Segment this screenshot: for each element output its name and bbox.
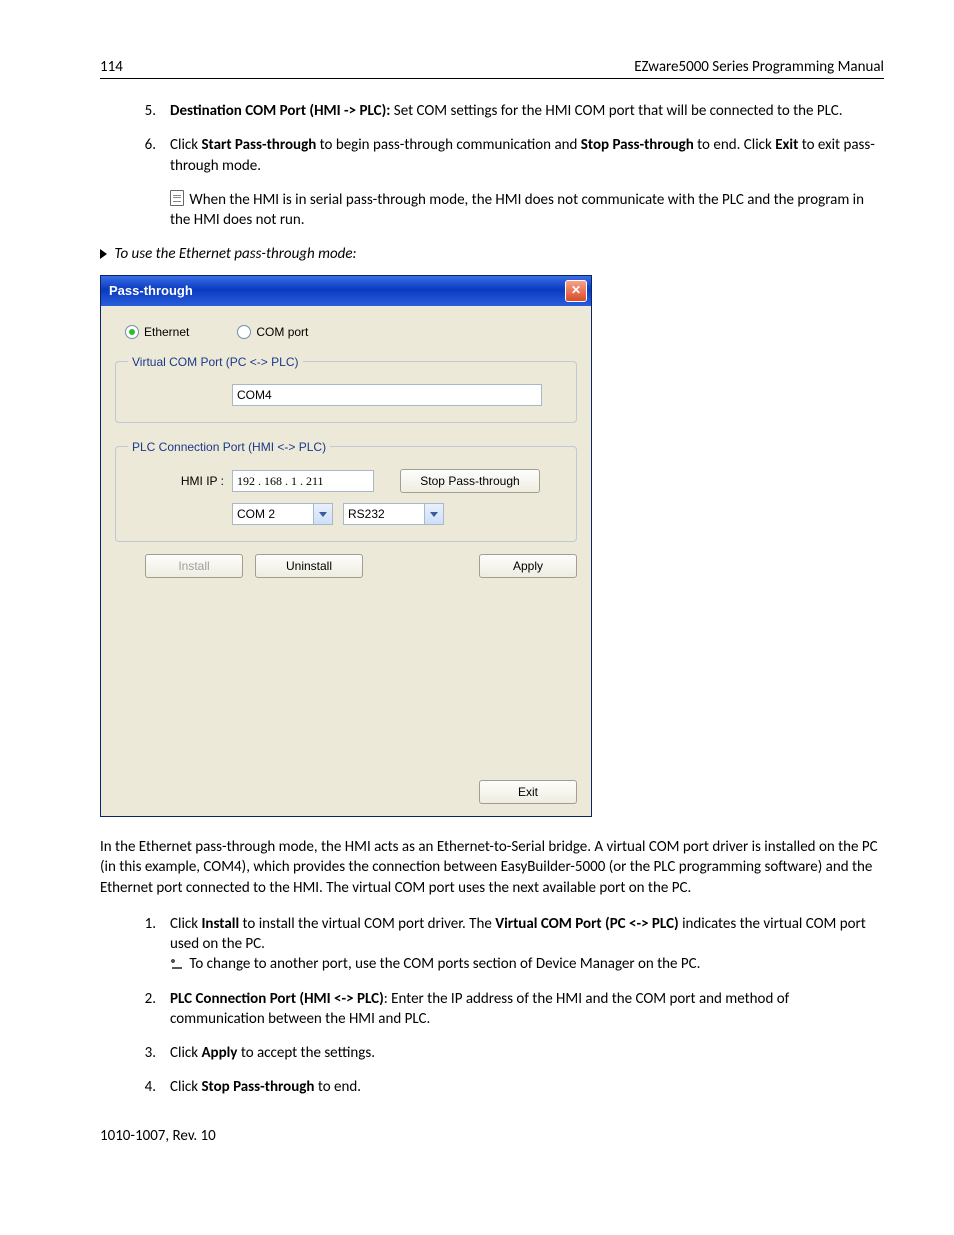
chevron-down-icon (424, 503, 444, 525)
item-bold: Destination COM Port (HMI -> PLC): (170, 102, 390, 120)
item-text: to install the virtual COM port driver. … (239, 915, 495, 933)
doc-title: EZware5000 Series Programming Manual (634, 58, 884, 76)
item-bold: Stop Pass-through (581, 136, 694, 154)
list-item: 1. Click Install to install the virtual … (124, 914, 884, 975)
list-item: 3. Click Apply to accept the settings. (124, 1043, 884, 1063)
radio-icon (237, 325, 251, 339)
item-text: Set COM settings for the HMI COM port th… (390, 102, 842, 120)
item-text: to accept the settings. (237, 1044, 375, 1062)
paragraph: In the Ethernet pass-through mode, the H… (100, 837, 884, 898)
apply-button[interactable]: Apply (479, 554, 577, 578)
list-number: 6. (124, 135, 170, 230)
hmi-ip-label: HMI IP : (128, 473, 232, 489)
item-bold: PLC Connection Port (HMI <-> PLC) (170, 990, 384, 1008)
subheading: To use the Ethernet pass-through mode: (100, 244, 884, 264)
list-number: 1. (124, 914, 170, 975)
list-item: 6. Click Start Pass-through to begin pas… (124, 135, 884, 230)
dialog-titlebar: Pass-through ✕ (101, 276, 591, 306)
dialog-title-text: Pass-through (109, 282, 193, 300)
plc-connection-port-group: PLC Connection Port (HMI <-> PLC) HMI IP… (115, 439, 577, 542)
radio-ethernet[interactable]: Ethernet (125, 324, 189, 340)
list-number: 5. (124, 101, 170, 121)
subheading-text: To use the Ethernet pass-through mode: (114, 245, 356, 263)
radio-comport[interactable]: COM port (237, 324, 308, 340)
group-legend: PLC Connection Port (HMI <-> PLC) (128, 439, 330, 455)
note-text: To change to another port, use the COM p… (186, 955, 700, 973)
radio-icon (125, 325, 139, 339)
note-icon (170, 190, 184, 206)
protocol-select[interactable]: RS232 (343, 503, 444, 525)
arrow-right-icon (100, 249, 107, 259)
stop-pass-through-button[interactable]: Stop Pass-through (400, 469, 540, 493)
uninstall-button[interactable]: Uninstall (255, 554, 363, 578)
page-header: 114 EZware5000 Series Programming Manual (100, 58, 884, 79)
radio-label: COM port (256, 324, 308, 340)
radio-label: Ethernet (144, 324, 189, 340)
item-text: Click (170, 915, 201, 933)
note-icon (170, 958, 184, 970)
com-port-select[interactable]: COM 2 (232, 503, 333, 525)
item-bold: Start Pass-through (201, 136, 316, 154)
list-number: 4. (124, 1077, 170, 1097)
hmi-ip-field[interactable]: 192 . 168 . 1 . 211 (232, 470, 374, 492)
chevron-down-icon (313, 503, 333, 525)
note-text: When the HMI is in serial pass-through m… (170, 191, 864, 229)
close-icon: ✕ (571, 282, 581, 298)
list-number: 2. (124, 989, 170, 1030)
page-number: 114 (100, 58, 123, 76)
list-item: 4. Click Stop Pass-through to end. (124, 1077, 884, 1097)
item-bold: Stop Pass-through (201, 1078, 314, 1096)
item-bold: Install (201, 915, 239, 933)
list-item: 5. Destination COM Port (HMI -> PLC): Se… (124, 101, 884, 121)
item-text: to end. Click (694, 136, 775, 154)
item-text: Click (170, 1078, 201, 1096)
item-bold: Virtual COM Port (PC <-> PLC) (495, 915, 679, 933)
list-number: 3. (124, 1043, 170, 1063)
protocol-value: RS232 (343, 503, 424, 525)
page-footer: 1010-1007, Rev. 10 (100, 1126, 884, 1146)
pass-through-dialog: Pass-through ✕ Ethernet COM port (100, 275, 592, 818)
exit-button[interactable]: Exit (479, 780, 577, 804)
item-text: Click (170, 136, 201, 154)
item-text: to end. (314, 1078, 361, 1096)
install-button: Install (145, 554, 243, 578)
item-bold: Exit (775, 136, 798, 154)
com-port-value: COM 2 (232, 503, 313, 525)
close-button[interactable]: ✕ (565, 280, 587, 302)
item-text: to begin pass-through communication and (316, 136, 581, 154)
virtual-com-port-field[interactable]: COM4 (232, 384, 542, 406)
group-legend: Virtual COM Port (PC <-> PLC) (128, 354, 303, 370)
virtual-com-port-group: Virtual COM Port (PC <-> PLC) COM4 (115, 354, 577, 423)
item-bold: Apply (201, 1044, 237, 1062)
item-text: Click (170, 1044, 201, 1062)
list-item: 2. PLC Connection Port (HMI <-> PLC): En… (124, 989, 884, 1030)
